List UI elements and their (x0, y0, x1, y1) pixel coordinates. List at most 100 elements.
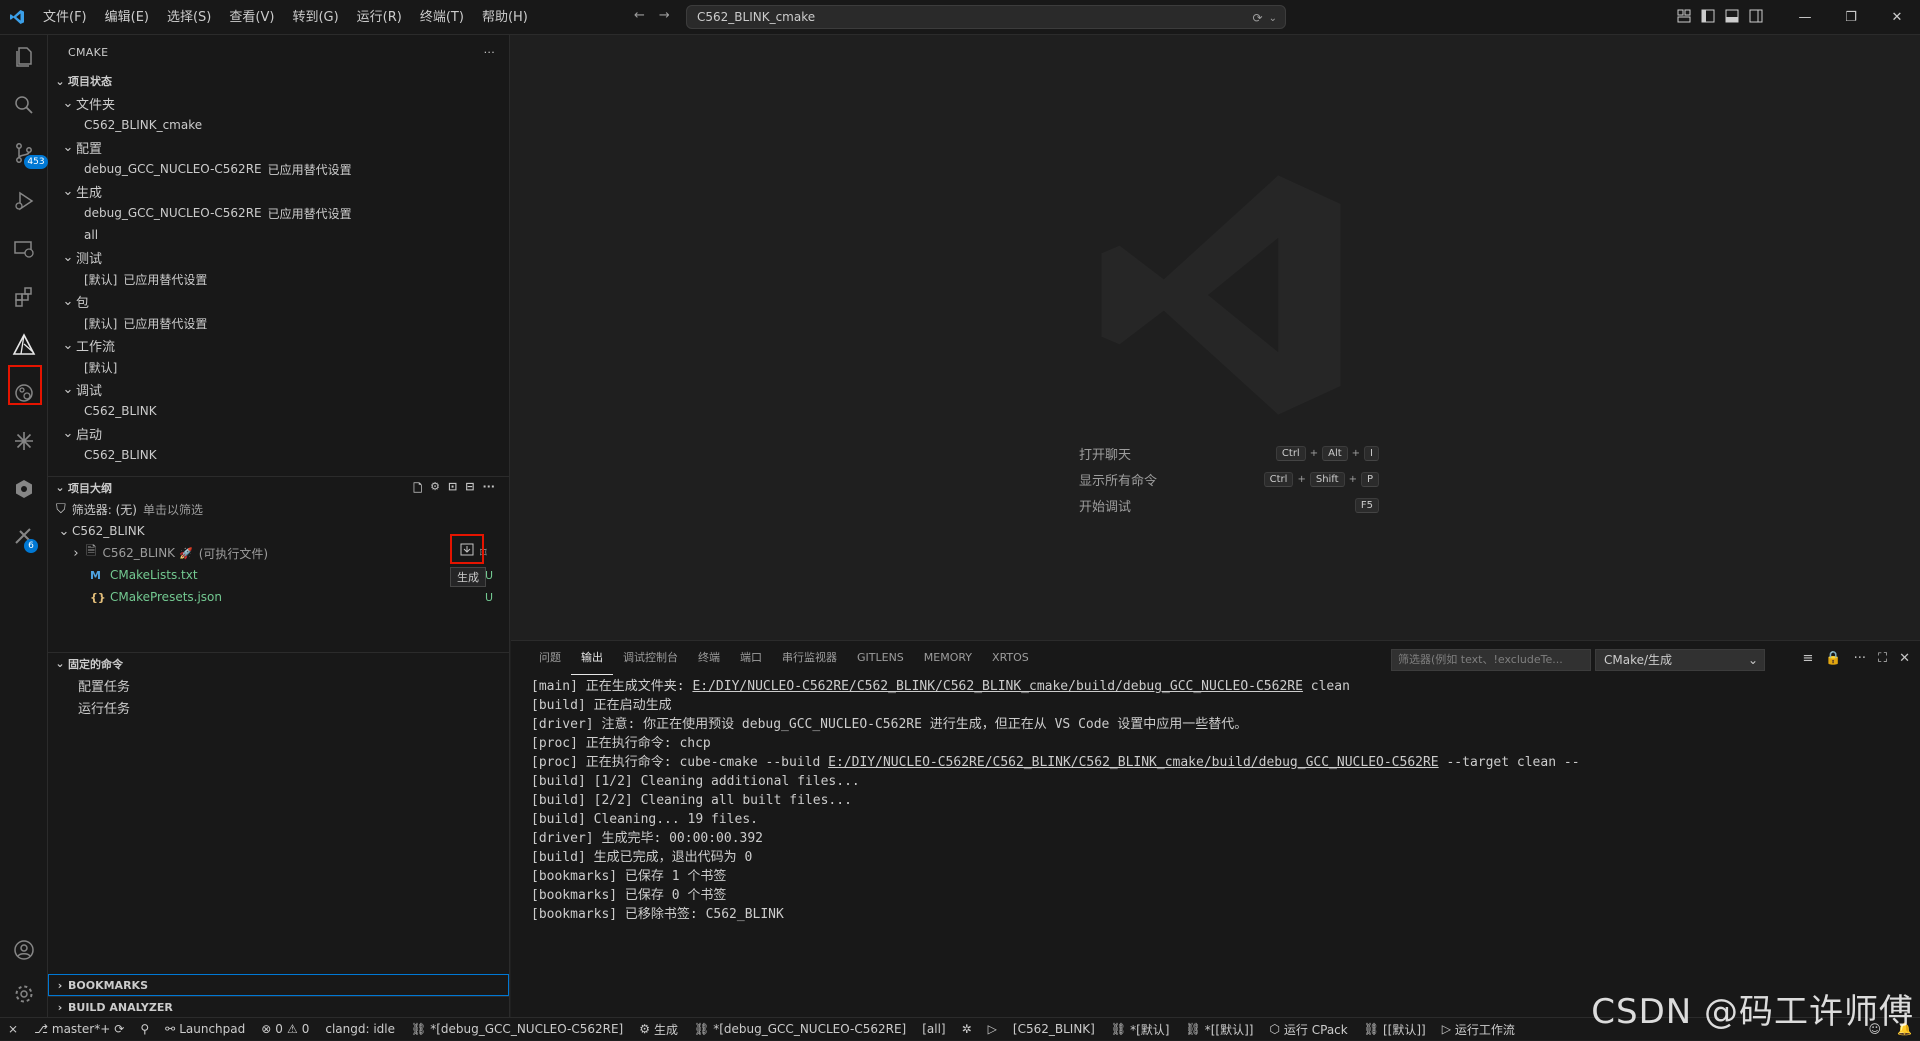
status-item[interactable]: all (48, 224, 509, 246)
panel-tab[interactable]: GITLENS (847, 641, 914, 675)
status-item[interactable]: [默认] 已应用替代设置 (48, 312, 509, 334)
run-cpack-item[interactable]: ⬡ 运行 CPack (1261, 1018, 1355, 1041)
run-workflow-item[interactable]: ▷ 运行工作流 (1434, 1018, 1523, 1041)
workflow-preset-item[interactable]: ⛓ [[默认]] (1356, 1018, 1434, 1041)
build-all-icon[interactable]: ⊡ (448, 480, 457, 499)
toggle-primary-sidebar-icon[interactable] (1700, 8, 1716, 24)
pinned-command-item[interactable]: 配置任务 (48, 674, 509, 696)
panel-tab[interactable]: XRTOS (982, 641, 1039, 675)
build-target-item[interactable]: [all] (914, 1018, 953, 1041)
outline-filter-row[interactable]: ⛉ 筛选器: (无) 单击以筛选 (48, 498, 509, 520)
new-file-icon[interactable]: 🗋 (413, 480, 422, 499)
lock-scroll-icon[interactable]: 🔒 (1825, 651, 1841, 666)
toggle-panel-icon[interactable] (1724, 8, 1740, 24)
explorer-icon[interactable] (0, 35, 48, 79)
source-control-icon[interactable]: 453 (0, 131, 48, 175)
forward-arrow-icon[interactable]: → (659, 8, 670, 23)
command-center-search[interactable]: C562_BLINK_cmake ⟳ ⌄ (686, 5, 1286, 29)
pinned-command-item[interactable]: 运行任务 (48, 696, 509, 718)
ai-assistant-icon[interactable] (0, 467, 48, 511)
git-graph-status-icon[interactable]: ⚲ (132, 1018, 157, 1041)
panel-tab[interactable]: MEMORY (914, 641, 982, 675)
minimize-icon[interactable]: — (1782, 0, 1828, 35)
panel-tab[interactable]: 问题 (529, 641, 571, 675)
copilot-icon[interactable]: ⟳ (1253, 11, 1263, 25)
run-debug-icon[interactable] (0, 179, 48, 223)
menu-item[interactable]: 选择(S) (158, 0, 220, 35)
outline-file-row[interactable]: {} CMakePresets.json U (48, 586, 509, 608)
bookmarks-header[interactable]: › BOOKMARKS (48, 974, 509, 996)
outline-project-row[interactable]: ⌄ C562_BLINK (48, 520, 509, 542)
git-branch-item[interactable]: ⎇ master*+ ⟳ (26, 1018, 132, 1041)
configure-preset-item[interactable]: ⛓ *[debug_GCC_NUCLEO-C562RE] (403, 1018, 631, 1041)
test-preset-item[interactable]: ⛓ *[默认] (1103, 1018, 1178, 1041)
clear-output-icon[interactable]: ≡ (1802, 651, 1813, 666)
more-actions-icon[interactable]: ··· (484, 46, 495, 59)
stm32-icon[interactable] (0, 419, 48, 463)
extension-feature-icon[interactable]: 6 (0, 515, 48, 559)
project-status-header[interactable]: ⌄ 项目状态 (48, 70, 509, 92)
extensions-icon[interactable] (0, 275, 48, 319)
clangd-status[interactable]: clangd: idle (317, 1018, 403, 1041)
menu-item[interactable]: 转到(G) (283, 0, 347, 35)
status-item[interactable]: debug_GCC_NUCLEO-C562RE 已应用替代设置 (48, 202, 509, 224)
status-group-5[interactable]: ⌄ 工作流 (48, 334, 509, 356)
menu-item[interactable]: 终端(T) (411, 0, 473, 35)
status-group-1[interactable]: ⌄ 配置 (48, 136, 509, 158)
build-analyzer-header[interactable]: › BUILD ANALYZER (48, 996, 509, 1018)
menu-item[interactable]: 文件(F) (34, 0, 96, 35)
build-target-button[interactable] (450, 534, 484, 564)
settings-gear-icon[interactable] (0, 972, 48, 1016)
menu-item[interactable]: 运行(R) (348, 0, 411, 35)
package-preset-item[interactable]: ⛓ *[[默认]] (1177, 1018, 1261, 1041)
status-group-2[interactable]: ⌄ 生成 (48, 180, 509, 202)
status-item[interactable]: [默认] (48, 356, 509, 378)
maximize-panel-icon[interactable]: ⛶ (1878, 651, 1887, 666)
launch-icon[interactable]: ▷ (980, 1018, 1005, 1041)
remote-explorer-icon[interactable] (0, 227, 48, 271)
search-icon[interactable] (0, 83, 48, 127)
build-preset-item[interactable]: ⛓ *[debug_GCC_NUCLEO-C562RE] (686, 1018, 914, 1041)
debug-icon[interactable]: ✲ (954, 1018, 980, 1041)
close-panel-icon[interactable]: ✕ (1899, 651, 1910, 666)
back-arrow-icon[interactable]: ← (634, 8, 645, 23)
cmake-icon[interactable] (0, 323, 48, 367)
outline-file-row[interactable]: M CMakeLists.txt U (48, 564, 509, 586)
status-item[interactable]: C562_BLINK (48, 400, 509, 422)
build-item[interactable]: ⚙ 生成 (631, 1018, 686, 1041)
restore-icon[interactable]: ❐ (1828, 0, 1874, 35)
status-item[interactable]: C562_BLINK_cmake (48, 114, 509, 136)
customize-layout-icon[interactable] (1676, 8, 1692, 24)
collapse-icon[interactable]: ⊟ (465, 480, 474, 499)
menu-item[interactable]: 查看(V) (220, 0, 283, 35)
launchpad-item[interactable]: ⚯ Launchpad (157, 1018, 253, 1041)
status-item[interactable]: debug_GCC_NUCLEO-C562RE 已应用替代设置 (48, 158, 509, 180)
panel-tab[interactable]: 串行监视器 (772, 641, 847, 675)
accounts-icon[interactable] (0, 928, 48, 972)
pinned-commands-header[interactable]: ⌄ 固定的命令 (48, 652, 509, 674)
more-actions-icon[interactable]: ··· (482, 480, 495, 499)
output-path-link[interactable]: E:/DIY/NUCLEO-C562RE/C562_BLINK/C562_BLI… (828, 755, 1438, 770)
output-filter-input[interactable]: 筛选器(例如 text、!excludeTe... (1391, 649, 1591, 671)
git-graph-icon[interactable] (0, 371, 48, 415)
menu-item[interactable]: 编辑(E) (96, 0, 158, 35)
menu-item[interactable]: 帮助(H) (473, 0, 537, 35)
status-group-3[interactable]: ⌄ 测试 (48, 246, 509, 268)
toggle-secondary-sidebar-icon[interactable] (1748, 8, 1764, 24)
output-path-link[interactable]: E:/DIY/NUCLEO-C562RE/C562_BLINK/C562_BLI… (692, 679, 1302, 694)
status-group-7[interactable]: ⌄ 启动 (48, 422, 509, 444)
close-icon[interactable]: ✕ (1874, 0, 1920, 35)
launch-target-item[interactable]: [C562_BLINK] (1005, 1018, 1103, 1041)
configure-gear-icon[interactable]: ⚙ (430, 480, 440, 499)
chevron-down-icon[interactable]: ⌄ (1269, 13, 1277, 24)
status-item[interactable]: C562_BLINK (48, 444, 509, 466)
status-group-0[interactable]: ⌄ 文件夹 (48, 92, 509, 114)
status-item[interactable]: [默认] 已应用替代设置 (48, 268, 509, 290)
outline-target-row[interactable]: › 🗎 C562_BLINK 🚀 (可执行文件) ⌑ (48, 542, 509, 564)
project-outline-header[interactable]: ⌄ 项目大纲 🗋 ⚙ ⊡ ⊟ ··· (48, 476, 509, 498)
panel-tab[interactable]: 调试控制台 (613, 641, 688, 675)
status-group-6[interactable]: ⌄ 调试 (48, 378, 509, 400)
more-actions-icon[interactable]: ··· (1854, 651, 1866, 666)
panel-tab[interactable]: 输出 (571, 641, 613, 675)
status-group-4[interactable]: ⌄ 包 (48, 290, 509, 312)
